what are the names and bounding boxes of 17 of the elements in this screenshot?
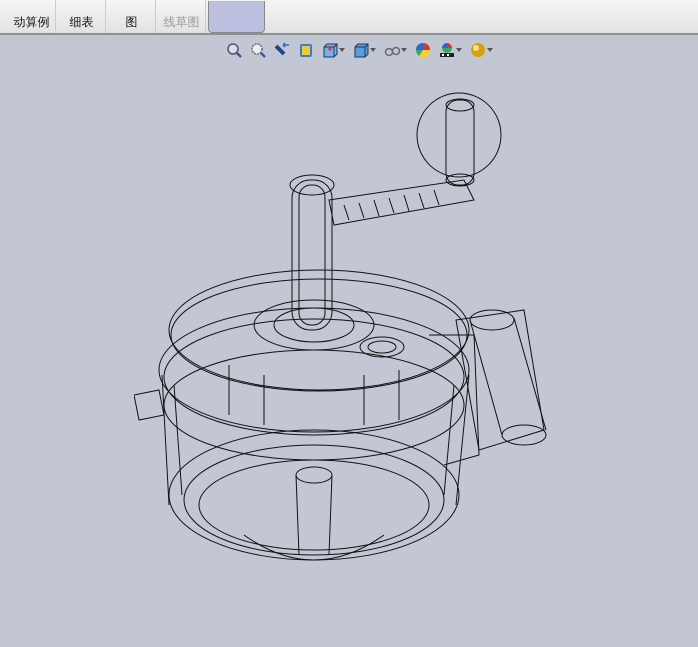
sphere-icon [470,42,486,58]
color-ball-icon [414,42,430,58]
caret-icon [400,48,406,52]
scene-icon [438,42,454,58]
section-icon [298,42,314,58]
caret-icon [486,48,492,52]
cube-icon [322,42,338,58]
magnifier-icon [250,42,266,58]
caret-icon [370,48,376,52]
command-tab[interactable]: 动算例 [8,0,56,33]
caret-icon [338,48,344,52]
command-tab[interactable]: 图 [108,0,156,33]
cube-icon [352,42,368,58]
magnifier-icon [226,42,242,58]
arrow-icon [274,42,290,58]
command-tab[interactable]: 细表 [58,0,106,33]
caret-icon [456,48,462,52]
